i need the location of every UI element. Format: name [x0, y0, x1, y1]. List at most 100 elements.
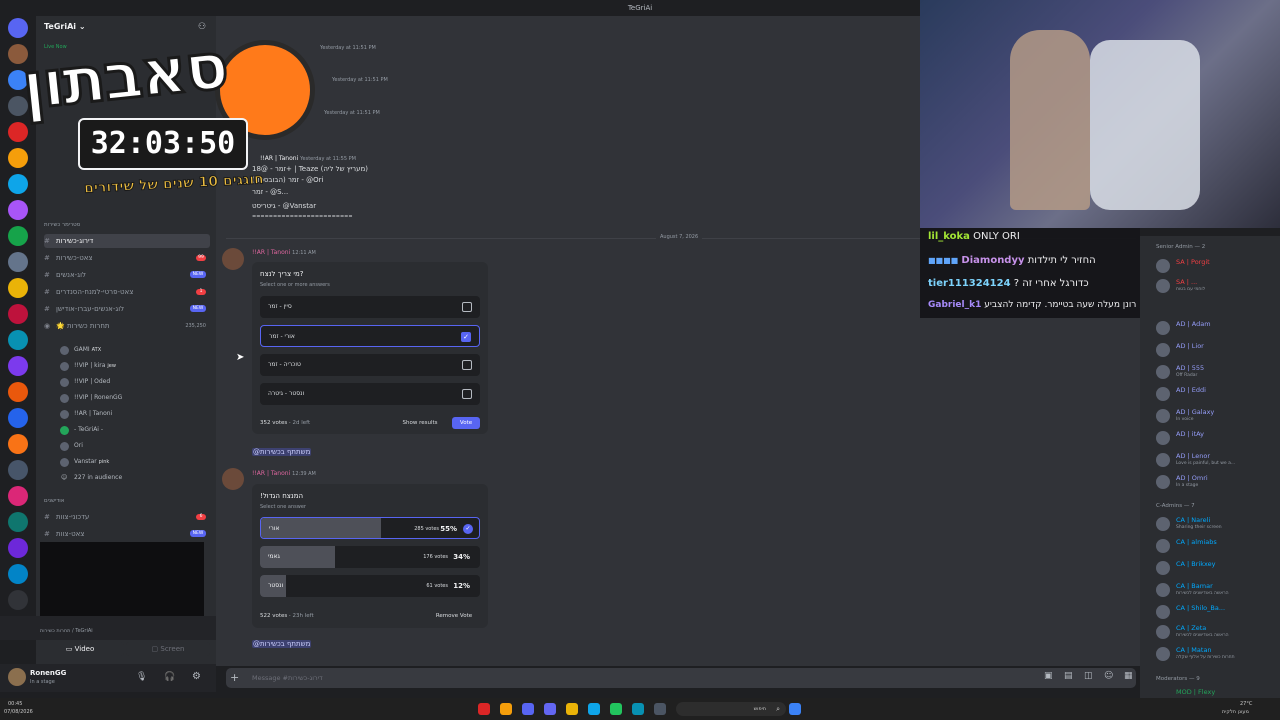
member-item[interactable]: CA | almiabs — [1156, 536, 1276, 556]
category-header[interactable]: אודישנים — [44, 498, 64, 504]
discord-icon[interactable] — [522, 703, 534, 715]
channel-item[interactable]: # עדכוני-צוות 6 — [44, 510, 210, 524]
app-icon[interactable] — [610, 703, 622, 715]
voice-member[interactable]: - TeGriAi - — [60, 423, 210, 437]
member-item[interactable]: CA | Zeta הראשה באודישנים לכשירות — [1156, 622, 1276, 642]
add-attachment-icon[interactable]: + — [230, 671, 239, 684]
member-item[interactable]: AD | Omri In a stage — [1156, 472, 1276, 492]
message-input[interactable]: Message #דירוג-כשירות — [226, 668, 1136, 688]
member-item[interactable]: AD | Adam — [1156, 318, 1276, 338]
server-icon[interactable] — [8, 434, 28, 454]
message-author[interactable]: !!AR | Tanoni 12:11 AM — [252, 249, 316, 256]
vote-button[interactable]: Vote — [452, 417, 480, 429]
member-item[interactable]: MOD | Flexy — [1156, 686, 1276, 698]
server-icon[interactable] — [8, 226, 28, 246]
channel-item[interactable]: # דירוג-כשירות — [44, 234, 210, 248]
channel-item[interactable]: # לוג-אנשים NEW — [44, 268, 210, 282]
server-icon[interactable] — [8, 512, 28, 532]
app-icon[interactable] — [588, 703, 600, 715]
poll-result[interactable]: ונסטר 61 votes 12% — [260, 575, 480, 597]
app-icon[interactable] — [654, 703, 666, 715]
message-author[interactable]: !!AR | Tanoni Yesterday at 11:55 PM — [260, 155, 356, 162]
poll-result[interactable]: אורי 285 votes 55% ✓ — [260, 517, 480, 539]
server-icon[interactable] — [8, 278, 28, 298]
voice-member[interactable]: !!VIP | kira jew — [60, 359, 210, 373]
server-icon[interactable] — [8, 304, 28, 324]
member-item[interactable]: SA | Porgit — [1156, 256, 1276, 276]
server-icon[interactable] — [8, 382, 28, 402]
gif-icon[interactable]: ▤ — [1064, 671, 1073, 681]
apps-icon[interactable]: ▦ — [1124, 671, 1133, 681]
gift-icon[interactable]: ▣ — [1044, 671, 1053, 681]
server-icon[interactable] — [8, 200, 28, 220]
channel-item[interactable]: # צאט-פרטי-למנח-הסנדרים 1 — [44, 285, 210, 299]
emoji-icon[interactable]: ☺ — [1104, 671, 1113, 681]
member-item[interactable]: CA | Nareli Sharing their screen — [1156, 514, 1276, 534]
member-item[interactable]: AD | itAy — [1156, 428, 1276, 448]
voice-member[interactable]: !!VIP | RonenGG — [60, 391, 210, 405]
server-icon[interactable] — [8, 330, 28, 350]
member-item[interactable]: AD | Eddi — [1156, 384, 1276, 404]
app-icon[interactable] — [544, 703, 556, 715]
taskbar-search[interactable]: חיפוש ⌕ — [676, 702, 786, 716]
headphones-icon[interactable]: 🎧 — [164, 672, 175, 682]
server-icon[interactable] — [8, 538, 28, 558]
gear-icon[interactable]: ⚙ — [192, 671, 201, 682]
voice-member[interactable]: !!AR | Tanoni — [60, 407, 210, 421]
server-icon[interactable] — [8, 356, 28, 376]
poll-option[interactable]: סיין - זמר — [260, 296, 480, 318]
member-item[interactable]: AD | Lenor Love is painful, but we a... — [1156, 450, 1276, 470]
voice-member[interactable]: GAMI ATX — [60, 343, 210, 357]
server-icon[interactable] — [8, 408, 28, 428]
checkbox-icon — [462, 389, 472, 399]
server-icon[interactable] — [8, 122, 28, 142]
message-author[interactable]: !!AR | Tanoni 12:39 AM — [252, 470, 316, 477]
voice-member[interactable]: !!VIP | Oded — [60, 375, 210, 389]
poll-option[interactable]: אורי - זמר ✓ — [260, 325, 480, 347]
category-header[interactable]: סטרימר כשירות — [44, 222, 80, 228]
server-icon[interactable] — [8, 460, 28, 480]
add-server-icon[interactable] — [8, 590, 28, 610]
member-item[interactable]: CA | Bamar הראשה באודישנים לכשירות — [1156, 580, 1276, 600]
server-icon[interactable] — [8, 486, 28, 506]
sticker-icon[interactable]: ◫ — [1084, 671, 1093, 681]
show-results-button[interactable]: Show results — [398, 417, 442, 429]
channel-item[interactable]: # צאט-כשירות 99 — [44, 251, 210, 265]
member-item[interactable]: AD | Lior — [1156, 340, 1276, 360]
member-item[interactable]: SA | ... לוחמי עם בטוח — [1156, 276, 1276, 296]
listener-count: 235,250 — [185, 323, 206, 329]
stage-channel-item[interactable]: ◉ 🌟 תחרות כשירות 235,250 — [44, 319, 210, 333]
app-icon[interactable] — [478, 703, 490, 715]
screen-button[interactable]: ▢ Screen — [126, 642, 210, 656]
member-item[interactable]: CA | Shilo_Ba... — [1156, 602, 1276, 622]
channel-item[interactable]: # לוג-אנשים-עברו-אודישן NEW — [44, 302, 210, 316]
role-mention[interactable]: @משתתף בכשירות — [252, 448, 312, 456]
member-item[interactable]: CA | Matan תחרות כשירות על אלוף שקלה — [1156, 644, 1276, 664]
channel-item[interactable]: # צאט-צוות NEW — [44, 527, 210, 541]
avatar[interactable] — [222, 248, 244, 270]
remove-vote-button[interactable]: Remove Vote — [428, 610, 480, 622]
poll-result[interactable]: גאמי 176 votes 34% — [260, 546, 480, 568]
server-icon[interactable] — [8, 564, 28, 584]
folder-icon[interactable] — [566, 703, 578, 715]
video-button[interactable]: ▭ Video — [36, 642, 124, 656]
microphone-icon[interactable]: 🎙 — [136, 672, 147, 682]
server-icon[interactable] — [8, 174, 28, 194]
voice-member[interactable]: Ori — [60, 439, 210, 453]
avatar[interactable] — [8, 668, 26, 686]
voice-member[interactable]: Vanstar pink — [60, 455, 210, 469]
poll-option[interactable]: טוכריה - זמר — [260, 354, 480, 376]
server-icon[interactable] — [8, 252, 28, 272]
edge-icon[interactable] — [632, 703, 644, 715]
server-icon[interactable] — [8, 148, 28, 168]
role-mention[interactable]: @משתתף בכשירות — [252, 640, 312, 648]
chrome-icon[interactable] — [500, 703, 512, 715]
home-icon[interactable] — [8, 18, 28, 38]
windows-start-icon[interactable] — [789, 703, 801, 715]
server-name[interactable]: TeGriAi ⌄ — [44, 22, 86, 31]
poll-option[interactable]: ונסטר - גיטרה — [260, 383, 480, 405]
member-item[interactable]: CA | Brikxey — [1156, 558, 1276, 578]
member-item[interactable]: AD | 555 Off Radar — [1156, 362, 1276, 382]
avatar[interactable] — [222, 468, 244, 490]
member-item[interactable]: AD | Galaxy In voice — [1156, 406, 1276, 426]
